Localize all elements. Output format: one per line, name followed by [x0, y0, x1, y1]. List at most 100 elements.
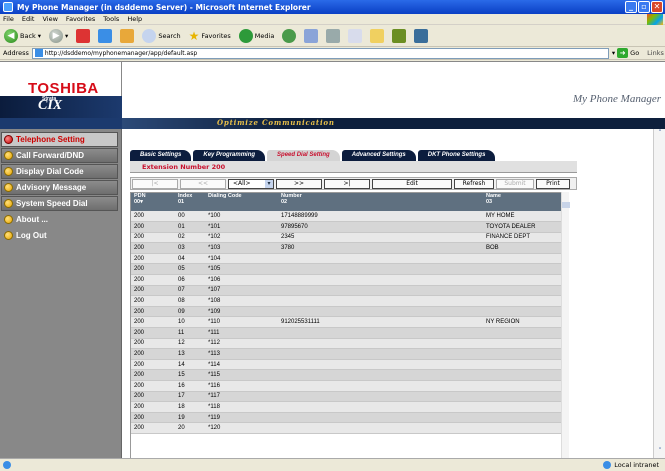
toshiba-logo: TOSHIBA	[28, 80, 99, 97]
links-button[interactable]: Links	[647, 49, 664, 57]
last-page-button[interactable]: >|	[324, 178, 370, 189]
table-row[interactable]: 200 06 *106	[131, 274, 566, 286]
table-row[interactable]: 200 01 *101 97895670 TOYOTA DEALER	[131, 221, 566, 233]
menubar: File Edit View Favorites Tools Help	[0, 14, 665, 25]
history-button[interactable]	[280, 27, 298, 45]
tools-button[interactable]	[412, 27, 430, 45]
table-header-row: PDN 00▾ Index 01 Dialing Code Number 02 Nam…	[131, 193, 566, 211]
table-row[interactable]: 200 00 *100 17148889999 MY HOME	[131, 211, 566, 223]
sidebar-item-telephone-setting[interactable]: Telephone Setting	[1, 132, 118, 147]
column-header-name[interactable]: Name 03	[483, 193, 566, 211]
address-input[interactable]: http://dsddemo/myphonemanager/app/defaul…	[31, 47, 609, 59]
stop-button[interactable]	[74, 27, 92, 45]
column-header-index[interactable]: Index 01	[175, 193, 205, 211]
tab-speed-dial-setting[interactable]: Speed Dial Setting	[267, 150, 340, 161]
forward-button[interactable]: ▶ ▾	[47, 27, 70, 45]
table-row[interactable]: 200 07 *107	[131, 285, 566, 297]
menu-favorites[interactable]: Favorites	[66, 15, 95, 23]
page-scrollbar[interactable]: ˄ ˅	[653, 129, 665, 459]
menu-edit[interactable]: Edit	[22, 15, 35, 23]
search-button[interactable]: Search	[140, 27, 182, 45]
table-row[interactable]: 200 16 *116	[131, 380, 566, 392]
sidebar-item-about[interactable]: About ...	[1, 212, 118, 227]
edit-button[interactable]: Edit	[372, 178, 452, 189]
cell-dialing-code: *108	[205, 295, 278, 307]
mail-button[interactable]	[302, 27, 320, 45]
grid-scrollbar[interactable]	[561, 192, 570, 459]
favorites-button[interactable]: ★ Favorites	[187, 27, 233, 45]
cell-number	[278, 253, 483, 265]
table-row[interactable]: 200 17 *117	[131, 391, 566, 403]
column-header-sub: 00▾	[134, 199, 143, 205]
tab-dkt-phone-settings[interactable]: DKT Phone Settings	[417, 150, 496, 161]
back-button[interactable]: ◀ Back ▾	[2, 27, 43, 45]
tab-key-programming[interactable]: Key Programming	[193, 150, 266, 161]
slogan-band: Optimize Communication	[122, 118, 665, 129]
print-browser-button[interactable]	[324, 27, 342, 45]
media-button[interactable]: Media	[237, 27, 277, 45]
menu-view[interactable]: View	[42, 15, 57, 23]
tab-advanced-settings[interactable]: Advanced Settings	[341, 150, 416, 161]
close-icon[interactable]: ✕	[651, 1, 663, 13]
messenger-button[interactable]	[390, 27, 408, 45]
column-header-pdn[interactable]: PDN 00▾	[131, 193, 175, 211]
sidebar-item-display-dial-code[interactable]: Display Dial Code	[1, 164, 118, 179]
history-icon	[282, 28, 297, 43]
table-row[interactable]: 200 12 *112	[131, 338, 566, 350]
cell-name	[483, 348, 566, 360]
cell-number: 17148889999	[278, 211, 483, 223]
menu-tools[interactable]: Tools	[103, 15, 119, 23]
go-button[interactable]: ▾ ➜ Go	[612, 48, 639, 58]
cell-pdn: 200	[131, 232, 175, 244]
table-row[interactable]: 200 14 *114	[131, 359, 566, 371]
first-page-button[interactable]: |<	[132, 178, 178, 189]
page-select[interactable]: <All> ▾	[228, 178, 274, 189]
cell-dialing-code: *111	[205, 327, 278, 339]
table-row[interactable]: 200 04 *104	[131, 253, 566, 265]
edit-page-button[interactable]	[346, 27, 364, 45]
cell-dialing-code: *119	[205, 412, 278, 424]
sidebar-item-call-forward-dnd[interactable]: Call Forward/DND	[1, 148, 118, 163]
table-row[interactable]: 200 20 *120	[131, 422, 566, 434]
table-row[interactable]: 200 02 *102 2345 FINANCE DEPT	[131, 232, 566, 244]
scroll-up-icon[interactable]: ˄	[654, 129, 665, 141]
table-row[interactable]: 200 15 *115	[131, 369, 566, 381]
menu-file[interactable]: File	[3, 15, 14, 23]
table-row[interactable]: 200 05 *105	[131, 263, 566, 276]
cell-pdn: 200	[131, 295, 175, 307]
sidebar-item-system-speed-dial[interactable]: System Speed Dial	[1, 196, 118, 211]
home-button[interactable]	[118, 27, 136, 45]
table-row[interactable]: 200 09 *109	[131, 306, 566, 318]
table-row[interactable]: 200 10 *110 912025531111 NY REGION	[131, 316, 566, 329]
menu-help[interactable]: Help	[127, 15, 142, 23]
refresh-browser-button[interactable]	[96, 27, 114, 45]
scroll-thumb[interactable]	[562, 202, 570, 208]
cell-name	[483, 306, 566, 318]
table-row[interactable]: 200 13 *113	[131, 348, 566, 360]
intranet-icon	[603, 461, 612, 469]
table-row[interactable]: 200 11 *111	[131, 327, 566, 339]
refresh-button[interactable]: Refresh	[454, 178, 494, 189]
folder-button[interactable]	[368, 27, 386, 45]
table-row[interactable]: 200 03 *103 3780 BOB	[131, 242, 566, 254]
cell-pdn: 200	[131, 263, 175, 276]
table-row[interactable]: 200 18 *118	[131, 401, 566, 413]
table-row[interactable]: 200 08 *108	[131, 295, 566, 307]
statusbar: Local intranet	[0, 458, 665, 471]
column-header-number[interactable]: Number 02	[278, 193, 483, 211]
table-row[interactable]: 200 19 *119	[131, 412, 566, 424]
cell-name	[483, 369, 566, 381]
column-header-dialing-code[interactable]: Dialing Code	[205, 193, 278, 211]
sidebar-item-advisory-message[interactable]: Advisory Message	[1, 180, 118, 195]
next-page-button[interactable]: >>	[276, 178, 322, 189]
maximize-icon[interactable]: ▫	[638, 1, 650, 13]
prev-page-button[interactable]: <<	[180, 178, 226, 189]
print-button[interactable]: Print	[536, 178, 570, 189]
tab-basic-settings[interactable]: Basic Settings	[130, 150, 192, 161]
submit-button[interactable]: Submit	[496, 178, 534, 189]
address-label: Address	[3, 49, 29, 57]
chevron-down-icon[interactable]: ▾	[612, 49, 615, 57]
minimize-icon[interactable]: _	[625, 1, 637, 13]
sidebar-item-log-out[interactable]: Log Out	[1, 228, 118, 243]
cell-dialing-code: *118	[205, 401, 278, 413]
